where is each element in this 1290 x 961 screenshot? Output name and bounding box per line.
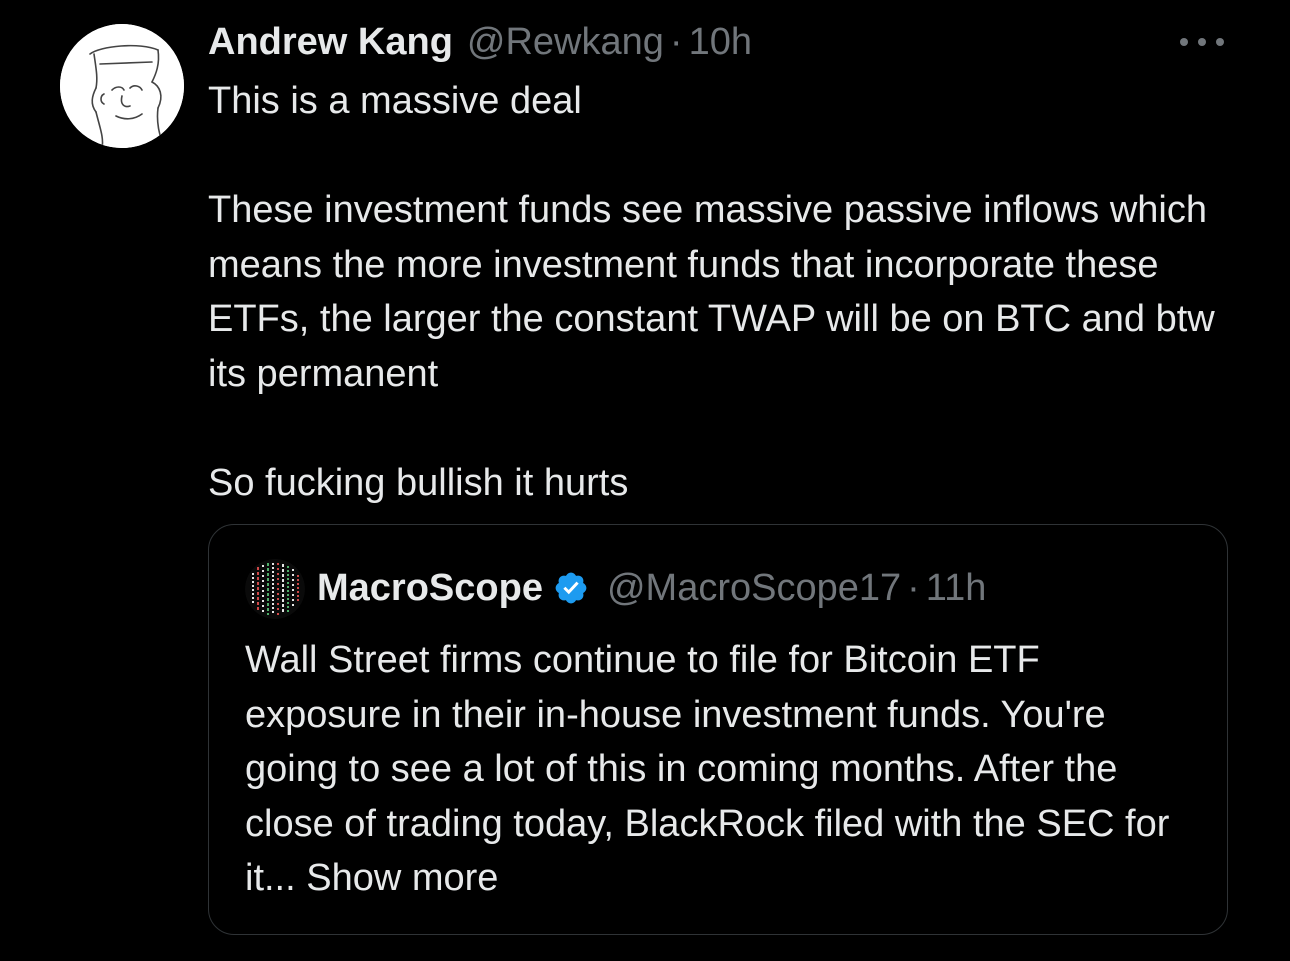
author-avatar[interactable] xyxy=(60,24,184,148)
more-options-button[interactable] xyxy=(1180,30,1224,54)
ellipsis-dot-icon xyxy=(1216,38,1224,46)
ellipsis-dot-icon xyxy=(1198,38,1206,46)
quoted-tweet-timestamp[interactable]: 11h xyxy=(926,567,987,610)
tweet-paragraph: So fucking bullish it hurts xyxy=(208,461,629,504)
quoted-author-avatar[interactable] xyxy=(245,559,305,619)
quoted-tweet-text: Wall Street firms continue to file for B… xyxy=(245,633,1205,906)
quoted-tweet[interactable]: MacroScope @MacroScope17 · 11h Wall Stre… xyxy=(208,524,1228,935)
tweet-paragraph: This is a massive deal xyxy=(208,80,582,122)
quoted-tweet-header: MacroScope @MacroScope17 · 11h xyxy=(317,563,986,613)
tweet: Andrew Kang @Rewkang · 10h This is a mas… xyxy=(0,0,1290,961)
cartoon-character-avatar-icon xyxy=(60,24,184,148)
quoted-author-display-name[interactable]: MacroScope xyxy=(317,567,543,610)
tweet-timestamp[interactable]: 10h xyxy=(689,21,752,64)
tweet-paragraph: These investment funds see massive passi… xyxy=(208,189,1215,395)
separator-dot: · xyxy=(669,20,683,63)
show-more-link[interactable]: Show more xyxy=(306,857,498,899)
separator-dot: · xyxy=(907,566,920,609)
author-display-name[interactable]: Andrew Kang xyxy=(208,21,453,64)
tweet-text: This is a massive deal These investment … xyxy=(208,74,1248,510)
ellipsis-dot-icon xyxy=(1180,38,1188,46)
market-ticker-avatar-icon xyxy=(245,559,305,619)
verified-badge-icon xyxy=(555,572,587,604)
tweet-header: Andrew Kang @Rewkang · 10h xyxy=(208,18,752,66)
author-handle[interactable]: @Rewkang xyxy=(467,21,664,64)
quoted-author-handle[interactable]: @MacroScope17 xyxy=(607,567,901,610)
